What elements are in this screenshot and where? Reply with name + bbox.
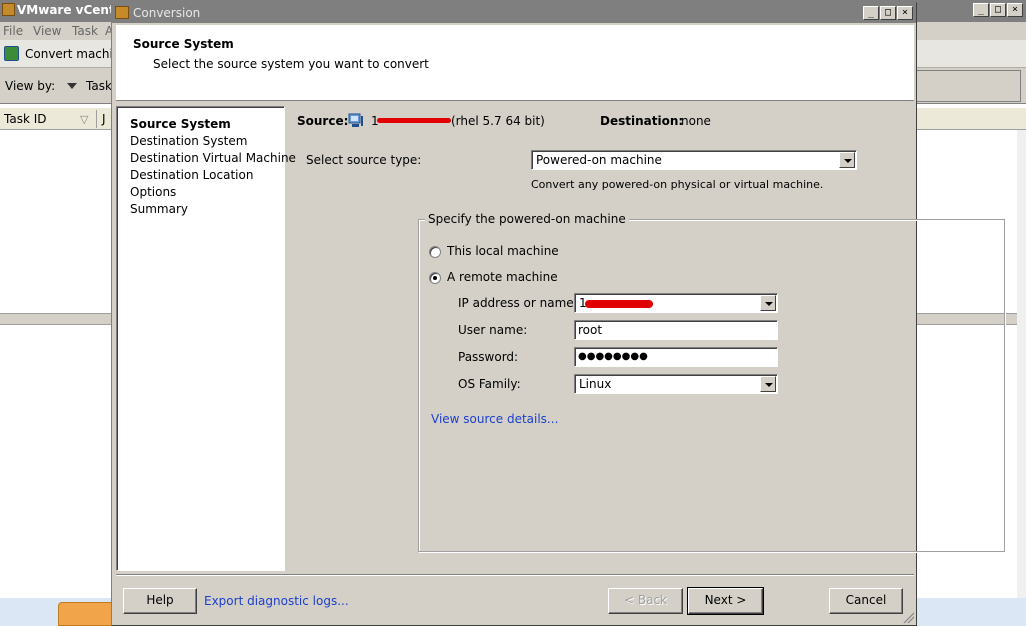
maximize-button[interactable]: □ <box>990 3 1006 17</box>
view-by-dropdown-icon[interactable] <box>67 83 77 89</box>
os-family-dropdown[interactable]: Linux <box>574 374 778 394</box>
source-type-label: Select source type: <box>306 153 422 167</box>
minimize-button[interactable]: _ <box>973 3 989 17</box>
filter-icon[interactable]: ▽ <box>80 113 88 126</box>
source-type-dropdown[interactable]: Powered-on machine <box>531 150 857 170</box>
convert-machine-icon[interactable] <box>4 46 19 61</box>
conversion-app-icon <box>115 6 129 19</box>
destination-label: Destination: <box>600 114 684 128</box>
close-button[interactable]: × <box>1007 3 1023 17</box>
vcenter-app-icon <box>2 3 15 16</box>
menu-view[interactable]: View <box>33 24 61 38</box>
password-field[interactable]: ●●●●●●●● <box>574 347 778 367</box>
source-os-value: (rhel 5.7 64 bit) <box>451 114 545 128</box>
dialog-titlebar[interactable]: Conversion _ □ × <box>112 3 916 23</box>
redaction-mark <box>377 118 451 123</box>
wizard-step-subtitle: Select the source system you want to con… <box>153 57 429 71</box>
radio-local-machine[interactable] <box>429 246 441 258</box>
radio-remote-machine-label[interactable]: A remote machine <box>447 270 558 284</box>
nav-destination-system[interactable]: Destination System <box>130 134 247 148</box>
nav-source-system[interactable]: Source System <box>130 117 231 131</box>
cancel-button[interactable]: Cancel <box>829 588 903 614</box>
chevron-down-icon[interactable] <box>760 295 776 311</box>
destination-value: none <box>681 114 711 128</box>
password-label: Password: <box>458 350 519 364</box>
source-label: Source: <box>297 114 349 128</box>
user-name-field[interactable]: root <box>574 320 778 340</box>
chevron-down-icon[interactable] <box>839 152 855 168</box>
dialog-maximize-button[interactable]: □ <box>880 6 896 20</box>
os-family-label: OS Family: <box>458 377 521 391</box>
wizard-step-title: Source System <box>133 37 234 51</box>
dialog-close-button[interactable]: × <box>897 6 913 20</box>
next-button[interactable]: Next > <box>687 587 764 615</box>
footer-separator <box>116 574 914 576</box>
ip-address-combobox[interactable]: 1 <box>574 293 778 313</box>
back-button[interactable]: < Back <box>608 588 683 614</box>
nav-destination-location[interactable]: Destination Location <box>130 168 253 182</box>
view-by-right-panel <box>916 70 1021 102</box>
nav-summary[interactable]: Summary <box>130 202 188 216</box>
column-job[interactable]: J <box>102 112 106 126</box>
chevron-down-icon[interactable] <box>760 376 776 392</box>
conversion-dialog: Conversion _ □ × Source System Select th… <box>111 2 1005 626</box>
column-separator[interactable] <box>96 110 97 128</box>
group-title: Specify the powered-on machine <box>425 212 629 226</box>
wizard-header: Source System Select the source system y… <box>116 25 914 101</box>
radio-local-machine-label[interactable]: This local machine <box>447 244 559 258</box>
user-name-value: root <box>578 323 603 337</box>
wizard-step-nav: Source System Destination System Destina… <box>116 106 296 571</box>
source-type-hint: Convert any powered-on physical or virtu… <box>531 178 824 191</box>
dialog-minimize-button[interactable]: _ <box>863 6 879 20</box>
nav-destination-virtual-machine[interactable]: Destination Virtual Machine <box>130 151 296 165</box>
ip-address-label: IP address or name: <box>458 296 578 310</box>
nav-options[interactable]: Options <box>130 185 176 199</box>
os-family-value: Linux <box>579 377 612 391</box>
vertical-scrollbar[interactable] <box>1017 130 1026 600</box>
wizard-content: Source: 1 (rhel 5.7 64 bit) Destination:… <box>285 106 1005 571</box>
computer-icon <box>348 113 363 127</box>
help-button[interactable]: Help <box>123 588 197 614</box>
radio-remote-machine[interactable] <box>429 272 441 284</box>
dialog-title: Conversion <box>133 6 201 20</box>
user-name-label: User name: <box>458 323 528 337</box>
password-value: ●●●●●●●● <box>578 351 648 362</box>
column-task-id[interactable]: Task ID <box>4 112 47 126</box>
resize-grip-icon[interactable] <box>902 611 914 623</box>
taskbar-button[interactable] <box>58 602 118 626</box>
source-type-value: Powered-on machine <box>536 153 662 167</box>
view-source-details-link[interactable]: View source details... <box>431 412 558 426</box>
export-diagnostic-logs-link[interactable]: Export diagnostic logs... <box>204 594 349 608</box>
view-by-value[interactable]: Task <box>86 79 112 93</box>
menu-file[interactable]: File <box>3 24 23 38</box>
menu-task[interactable]: Task <box>72 24 98 38</box>
view-by-label: View by: <box>5 79 56 93</box>
redaction-mark <box>585 300 653 308</box>
